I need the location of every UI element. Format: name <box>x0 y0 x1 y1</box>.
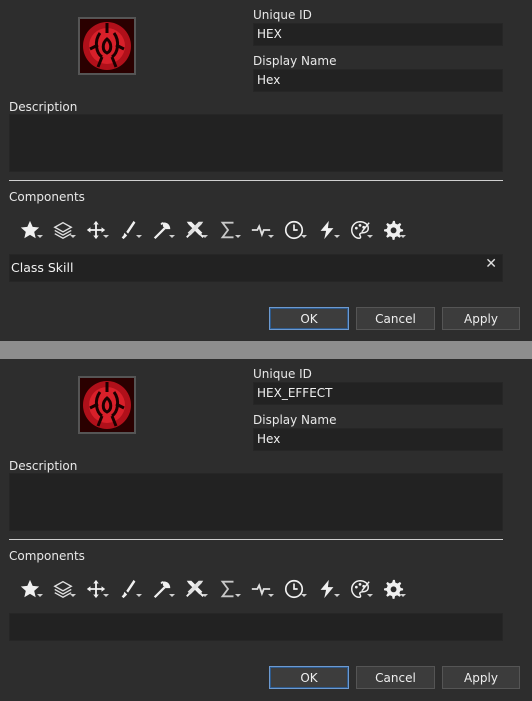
add-lightning-component-button[interactable] <box>314 575 347 603</box>
unique-id-label: Unique ID <box>253 8 312 22</box>
add-sigma-component-button[interactable] <box>215 575 248 603</box>
cancel-button[interactable]: Cancel <box>356 307 435 330</box>
unique-id-field[interactable]: HEX_EFFECT <box>253 382 503 405</box>
add-star-component-button[interactable] <box>17 575 50 603</box>
description-label: Description <box>9 100 78 114</box>
display-name-label: Display Name <box>253 413 337 427</box>
panel-separator <box>0 341 532 359</box>
close-icon[interactable]: ✕ <box>485 256 497 272</box>
apply-button[interactable]: Apply <box>442 307 520 330</box>
display-name-label: Display Name <box>253 54 337 68</box>
add-combat-component-button[interactable] <box>182 216 215 244</box>
divider <box>9 539 503 540</box>
components-toolbar <box>17 575 413 603</box>
divider <box>9 180 503 181</box>
add-visual-component-button[interactable] <box>347 575 380 603</box>
unique-id-label: Unique ID <box>253 367 312 381</box>
add-star-component-button[interactable] <box>17 216 50 244</box>
add-sword-component-button[interactable] <box>116 575 149 603</box>
add-lightning-component-button[interactable] <box>314 216 347 244</box>
add-pulse-component-button[interactable] <box>248 216 281 244</box>
cancel-button[interactable]: Cancel <box>356 666 435 689</box>
display-name-field[interactable]: Hex <box>253 69 503 92</box>
add-sword-component-button[interactable] <box>116 216 149 244</box>
ok-button[interactable]: OK <box>269 666 349 689</box>
add-settings-component-button[interactable] <box>380 575 413 603</box>
hex-skill-icon <box>80 19 134 73</box>
skill-icon-button[interactable] <box>78 376 136 434</box>
description-textarea[interactable] <box>9 473 503 531</box>
add-layers-component-button[interactable] <box>50 575 83 603</box>
apply-button[interactable]: Apply <box>442 666 520 689</box>
description-label: Description <box>9 459 78 473</box>
display-name-field[interactable]: Hex <box>253 428 503 451</box>
add-clock-component-button[interactable] <box>281 216 314 244</box>
add-visual-component-button[interactable] <box>347 216 380 244</box>
components-list: Class Skill ✕ <box>9 254 503 282</box>
skill-icon-button[interactable] <box>78 17 136 75</box>
add-axe-component-button[interactable] <box>149 216 182 244</box>
components-label: Components <box>9 549 85 563</box>
add-axe-component-button[interactable] <box>149 575 182 603</box>
add-move-component-button[interactable] <box>83 575 116 603</box>
components-list <box>9 613 503 641</box>
component-item-class-skill[interactable]: Class Skill <box>11 260 73 275</box>
add-move-component-button[interactable] <box>83 216 116 244</box>
add-sigma-component-button[interactable] <box>215 216 248 244</box>
add-clock-component-button[interactable] <box>281 575 314 603</box>
unique-id-field[interactable]: HEX <box>253 23 503 46</box>
add-combat-component-button[interactable] <box>182 575 215 603</box>
hex-skill-icon <box>80 378 134 432</box>
add-pulse-component-button[interactable] <box>248 575 281 603</box>
skill-editor-panel-2: Unique ID HEX_EFFECT Display Name Hex De… <box>0 359 532 701</box>
description-textarea[interactable] <box>9 114 503 172</box>
components-label: Components <box>9 190 85 204</box>
components-toolbar <box>17 216 413 244</box>
ok-button[interactable]: OK <box>269 307 349 330</box>
skill-editor-panel-1: Unique ID HEX Display Name Hex Descripti… <box>0 0 532 341</box>
add-settings-component-button[interactable] <box>380 216 413 244</box>
add-layers-component-button[interactable] <box>50 216 83 244</box>
